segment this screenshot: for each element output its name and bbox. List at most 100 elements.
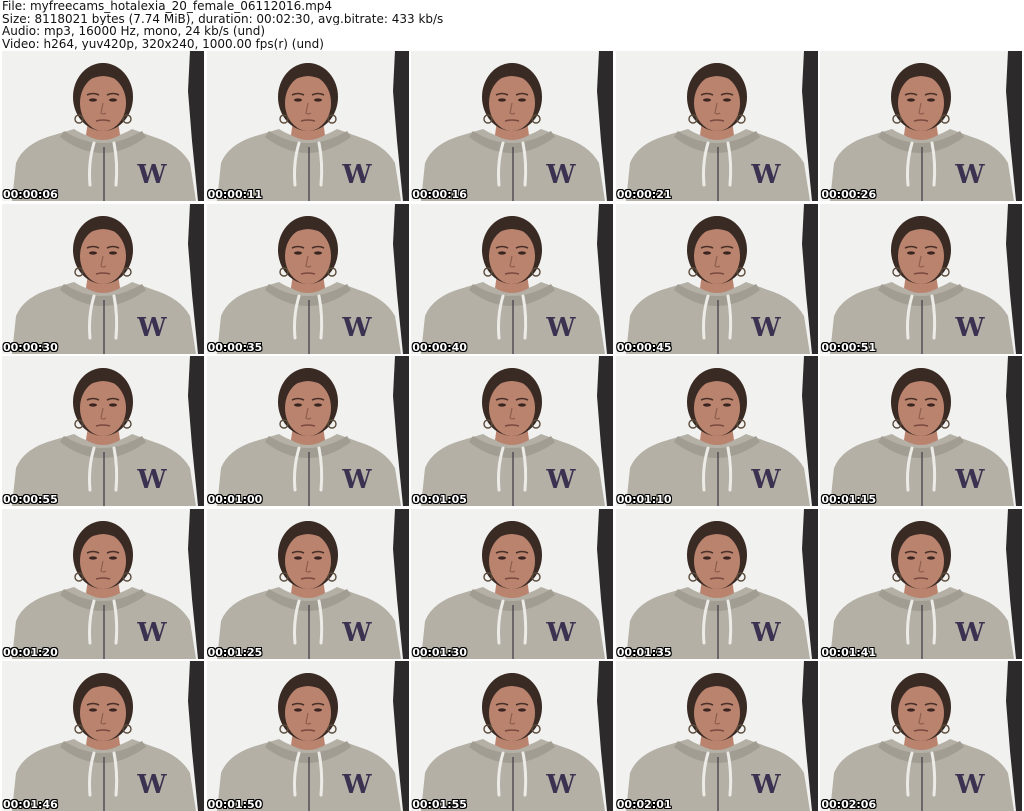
video-frame-image: W (411, 661, 614, 811)
video-thumbnail: W 00:01:10 (615, 356, 818, 506)
video-frame-image: W (615, 51, 818, 201)
video-thumbnail: W 00:00:30 (2, 203, 204, 354)
video-thumbnail: W 00:01:50 (206, 661, 409, 811)
thumbnail-timecode: 00:00:06 (3, 188, 58, 201)
thumbnail-timecode: 00:02:01 (616, 798, 672, 811)
thumbnail-timecode: 00:01:41 (821, 645, 877, 659)
hoodie-letter: W (750, 465, 781, 495)
video-frame-image: W (2, 356, 204, 506)
hoodie-letter: W (136, 770, 167, 800)
hoodie-letter: W (955, 618, 986, 648)
video-frame-image: W (2, 508, 204, 659)
thumbnail-timecode: 00:01:10 (616, 493, 672, 506)
video-thumbnail: W 00:00:11 (206, 51, 409, 201)
hoodie-letter: W (750, 160, 781, 190)
hoodie-letter: W (546, 160, 577, 190)
thumbnail-timecode: 00:00:30 (3, 340, 58, 354)
video-thumbnail: W 00:01:30 (411, 508, 614, 659)
hoodie-letter: W (955, 160, 986, 190)
video-frame-image: W (820, 51, 1023, 201)
thumbnail-timecode: 00:01:30 (412, 645, 467, 659)
hoodie-letter: W (136, 160, 167, 190)
video-thumbnail: W 00:00:45 (615, 203, 818, 354)
thumbnail-timecode: 00:00:11 (207, 188, 263, 201)
file-name-line: File: myfreecams_hotalexia_20_female_061… (2, 0, 333, 13)
thumbnail-timecode: 00:01:35 (616, 645, 672, 659)
video-frame-image: W (820, 661, 1023, 811)
thumbnail-grid: W 00:00:06 W 00:00:11 W 00:00:16 W 00:00… (2, 51, 1023, 811)
video-thumbnail: W 00:01:25 (206, 508, 409, 659)
video-thumbnail: W 00:01:20 (2, 508, 204, 659)
video-thumbnail: W 00:01:00 (206, 356, 409, 506)
hoodie-letter: W (136, 465, 167, 495)
thumbnail-timecode: 00:01:20 (3, 645, 58, 659)
video-info-line: Video: h264, yuv420p, 320x240, 1000.00 f… (2, 37, 324, 50)
video-thumbnail: W 00:00:26 (820, 51, 1023, 201)
hoodie-letter: W (341, 313, 372, 343)
hoodie-letter: W (341, 465, 372, 495)
video-frame-image: W (2, 203, 204, 354)
video-frame-image: W (206, 203, 409, 354)
video-frame-image: W (206, 51, 409, 201)
video-frame-image: W (206, 661, 409, 811)
hoodie-letter: W (546, 313, 577, 343)
thumbnail-timecode: 00:00:26 (821, 188, 877, 201)
video-thumbnail: W 00:00:16 (411, 51, 614, 201)
video-thumbnail: W 00:01:41 (820, 508, 1023, 659)
video-thumbnail: W 00:00:06 (2, 51, 204, 201)
hoodie-letter: W (546, 618, 577, 648)
video-thumbnail: W 00:01:55 (411, 661, 614, 811)
video-frame-image: W (820, 356, 1023, 506)
hoodie-letter: W (750, 770, 781, 800)
thumbnail-timecode: 00:02:06 (821, 798, 877, 811)
thumbnail-timecode: 00:00:40 (412, 340, 467, 354)
thumbnail-timecode: 00:01:15 (821, 493, 877, 506)
hoodie-letter: W (341, 770, 372, 800)
hoodie-letter: W (546, 465, 577, 495)
video-thumbnail: W 00:01:46 (2, 661, 204, 811)
video-frame-image: W (411, 51, 614, 201)
video-frame-image: W (206, 508, 409, 659)
thumbnail-timecode: 00:00:16 (412, 188, 467, 201)
hoodie-letter: W (136, 618, 167, 648)
thumbnail-timecode: 00:01:05 (412, 493, 467, 506)
hoodie-letter: W (341, 160, 372, 190)
video-thumbnail: W 00:00:40 (411, 203, 614, 354)
hoodie-letter: W (955, 770, 986, 800)
hoodie-letter: W (341, 618, 372, 648)
hoodie-letter: W (136, 313, 167, 343)
video-frame-image: W (411, 203, 614, 354)
hoodie-letter: W (750, 618, 781, 648)
video-thumbnail: W 00:01:05 (411, 356, 614, 506)
video-frame-image: W (2, 51, 204, 201)
thumbnail-timecode: 00:00:55 (3, 493, 58, 506)
video-thumbnail: W 00:00:35 (206, 203, 409, 354)
video-frame-image: W (615, 356, 818, 506)
contact-sheet: File: myfreecams_hotalexia_20_female_061… (0, 0, 1024, 811)
file-info-header: File: myfreecams_hotalexia_20_female_061… (2, 0, 1020, 50)
hoodie-letter: W (750, 313, 781, 343)
video-thumbnail: W 00:02:01 (615, 661, 818, 811)
video-thumbnail: W 00:01:35 (615, 508, 818, 659)
thumbnail-timecode: 00:00:51 (821, 340, 877, 354)
video-thumbnail: W 00:01:15 (820, 356, 1023, 506)
video-frame-image: W (820, 203, 1023, 354)
thumbnail-timecode: 00:01:25 (207, 645, 263, 659)
video-thumbnail: W 00:00:55 (2, 356, 204, 506)
hoodie-letter: W (546, 770, 577, 800)
hoodie-letter: W (955, 465, 986, 495)
thumbnail-timecode: 00:00:45 (616, 340, 672, 354)
thumbnail-timecode: 00:00:21 (616, 188, 672, 201)
hoodie-letter: W (955, 313, 986, 343)
video-frame-image: W (411, 356, 614, 506)
thumbnail-timecode: 00:01:50 (207, 798, 263, 811)
thumbnail-timecode: 00:01:00 (207, 493, 263, 506)
video-frame-image: W (615, 203, 818, 354)
file-size-line: Size: 8118021 bytes (7.74 MiB), duration… (2, 12, 444, 25)
thumbnail-timecode: 00:01:46 (3, 798, 58, 811)
video-frame-image: W (206, 356, 409, 506)
thumbnail-timecode: 00:00:35 (207, 340, 263, 354)
video-frame-image: W (615, 508, 818, 659)
video-frame-image: W (411, 508, 614, 659)
video-frame-image: W (615, 661, 818, 811)
